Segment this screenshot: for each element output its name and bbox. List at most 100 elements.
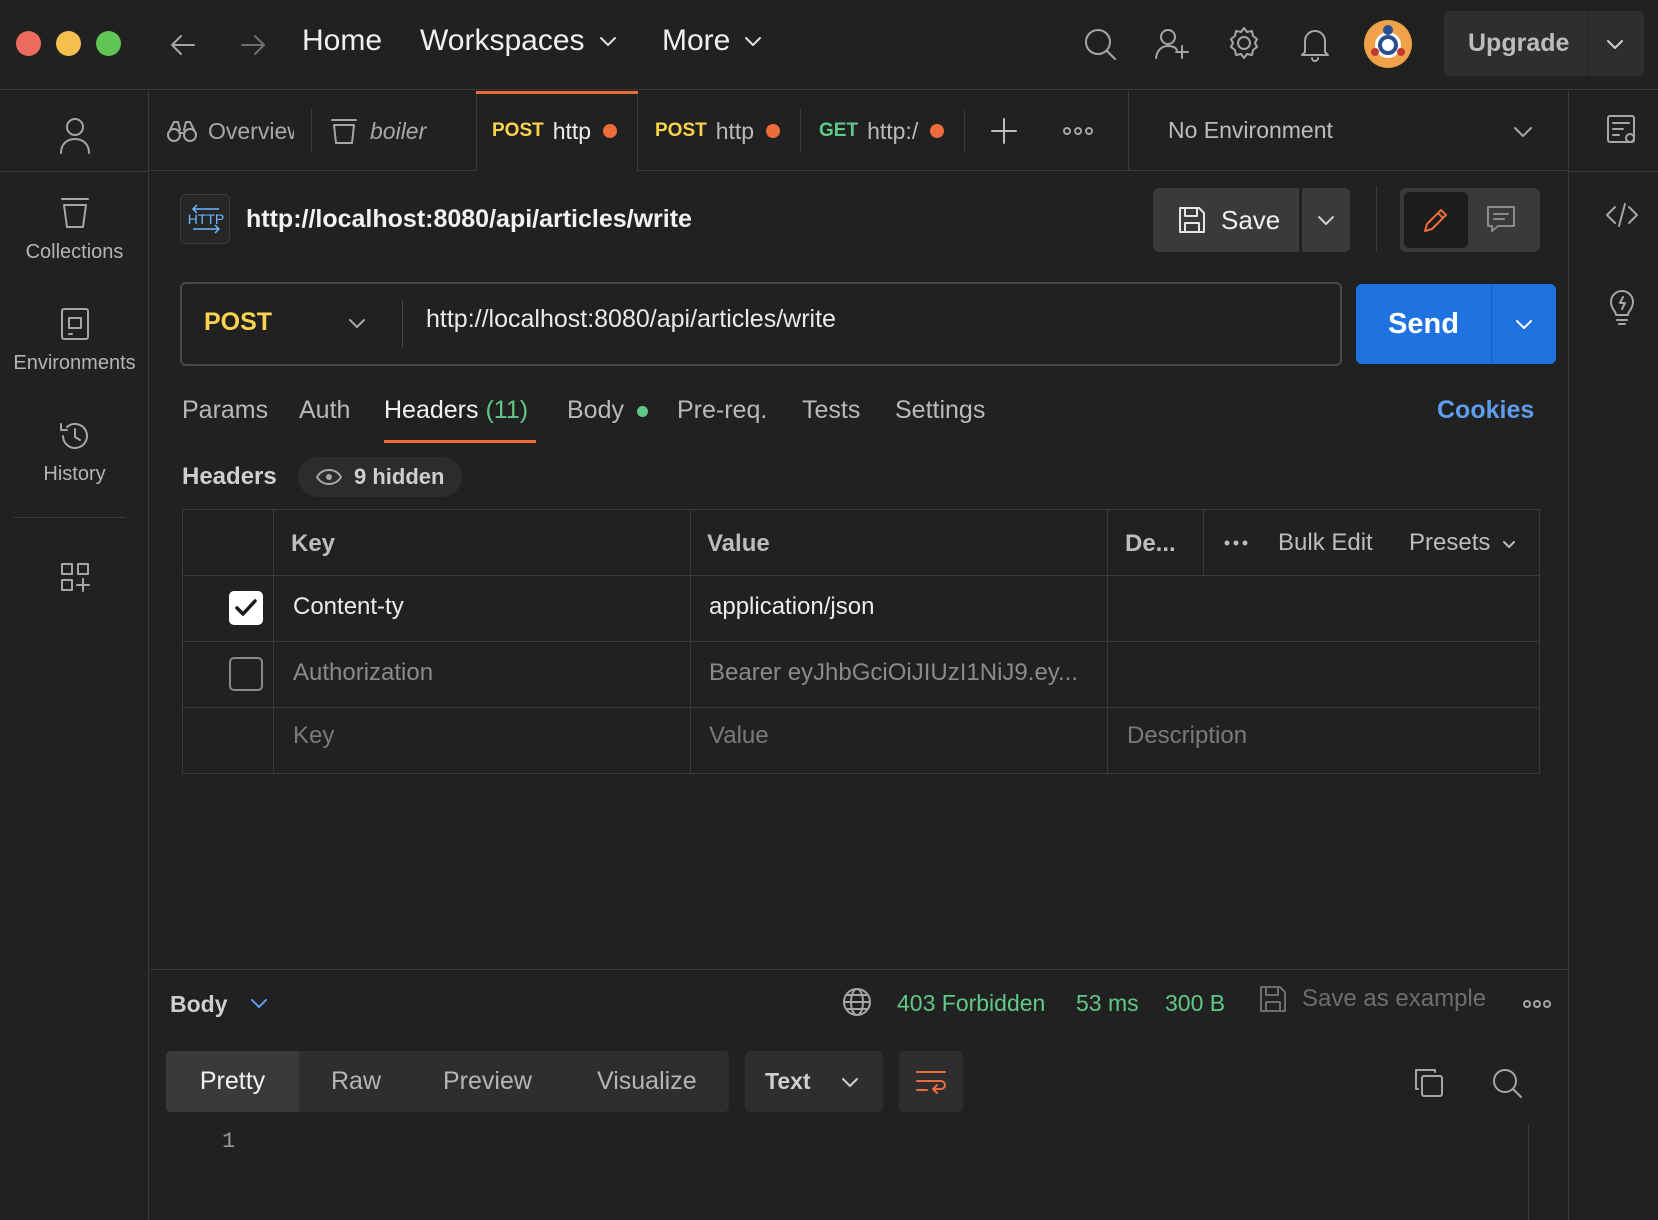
new-key-input[interactable]: Key	[293, 722, 334, 750]
lightbulb-icon[interactable]	[1605, 289, 1639, 325]
hidden-headers-toggle[interactable]: 9 hidden	[298, 457, 462, 497]
copy-icon[interactable]	[1413, 1067, 1445, 1099]
url-input[interactable]	[426, 305, 1306, 334]
unsaved-dot-icon	[930, 124, 945, 138]
tab-method: GET	[819, 120, 859, 141]
save-icon	[1177, 205, 1207, 235]
search-icon[interactable]	[1491, 1067, 1523, 1099]
sidebar-item-collections[interactable]: Collections	[0, 195, 149, 264]
tab-request[interactable]: POST http	[655, 91, 805, 171]
globe-icon[interactable]	[842, 987, 872, 1017]
checkmark-icon	[235, 599, 257, 616]
invite-user-icon[interactable]	[1154, 26, 1190, 62]
collection-icon	[330, 116, 358, 146]
sidebar-configure-workbench[interactable]	[0, 561, 149, 603]
tab-tests[interactable]: Tests	[802, 396, 860, 425]
header-key-cell[interactable]: Content-ty	[293, 593, 404, 621]
new-tab-plus-icon[interactable]	[990, 117, 1018, 145]
user-icon	[59, 118, 90, 154]
unsaved-dot-icon	[603, 124, 618, 138]
chevron-down-icon	[597, 30, 619, 52]
upgrade-button[interactable]: Upgrade	[1444, 11, 1644, 76]
tab-overview[interactable]: Overview	[166, 91, 294, 171]
tab-visualize[interactable]: Visualize	[597, 1067, 697, 1096]
environment-quick-look-icon[interactable]	[1605, 113, 1639, 147]
tab-preview[interactable]: Preview	[443, 1067, 532, 1096]
editor-scrollbar[interactable]	[1528, 1124, 1556, 1220]
maximize-window-button[interactable]	[96, 31, 121, 56]
header-key-cell[interactable]: Authorization	[293, 659, 433, 687]
notifications-bell-icon[interactable]	[1298, 26, 1332, 62]
header-value-cell[interactable]: Bearer eyJhbGciOiJIUzI1NiJ9.ey...	[709, 659, 1078, 687]
tab-pretty[interactable]: Pretty	[166, 1051, 299, 1112]
headers-table: Key Value De... Bulk Edit Presets Conten…	[182, 509, 1540, 774]
format-select[interactable]: Text	[745, 1051, 883, 1112]
tab-pretty-label: Pretty	[199, 1067, 266, 1095]
cookies-link[interactable]: Cookies	[1437, 396, 1534, 425]
send-button[interactable]: Send	[1356, 284, 1491, 364]
header-enabled-checkbox[interactable]	[229, 657, 263, 691]
minimize-window-button[interactable]	[56, 31, 81, 56]
comments-icon[interactable]	[1486, 204, 1516, 234]
tab-headers[interactable]: Headers (11)	[384, 396, 528, 425]
chevron-down-icon	[742, 30, 764, 52]
code-icon[interactable]	[1605, 201, 1639, 229]
nav-more[interactable]: More	[662, 24, 764, 58]
save-button[interactable]: Save	[1153, 188, 1299, 252]
close-window-button[interactable]	[16, 31, 41, 56]
environment-select[interactable]: No Environment	[1128, 91, 1568, 171]
request-title[interactable]: http://localhost:8080/api/articles/write	[246, 205, 692, 234]
svg-text:HTTP: HTTP	[188, 211, 225, 227]
more-tabs-icon[interactable]	[1062, 125, 1094, 137]
avatar[interactable]	[1364, 20, 1412, 68]
tab-raw[interactable]: Raw	[331, 1067, 381, 1096]
nav-home[interactable]: Home	[302, 24, 382, 58]
settings-gear-icon[interactable]	[1226, 25, 1262, 61]
history-icon	[59, 422, 88, 449]
chevron-down-icon[interactable]	[248, 992, 270, 1014]
more-options-icon[interactable]	[1522, 998, 1552, 1010]
tab-settings[interactable]: Settings	[895, 396, 985, 425]
response-divider[interactable]	[150, 969, 1568, 970]
nav-workspaces[interactable]: Workspaces	[420, 24, 619, 58]
save-as-example-button[interactable]: Save as example	[1258, 984, 1486, 1014]
tab-label: Overview	[208, 117, 294, 144]
forward-arrow-icon[interactable]	[236, 28, 270, 62]
header-enabled-checkbox[interactable]	[229, 591, 263, 625]
wrap-lines-button[interactable]	[899, 1051, 963, 1112]
tab-auth[interactable]: Auth	[299, 396, 350, 425]
column-description: De...	[1125, 530, 1176, 557]
tab-params[interactable]: Params	[182, 396, 268, 425]
presets-button[interactable]: Presets	[1409, 529, 1517, 557]
header-value-cell[interactable]: application/json	[709, 593, 874, 621]
sidebar-account[interactable]	[0, 115, 149, 165]
status-code[interactable]: 403 Forbidden	[897, 990, 1045, 1017]
back-arrow-icon[interactable]	[166, 28, 200, 62]
presets-label: Presets	[1409, 529, 1491, 556]
save-options-button[interactable]	[1302, 188, 1350, 252]
save-label: Save	[1221, 204, 1281, 235]
headers-section-label: Headers	[182, 463, 277, 490]
right-sidebar	[1568, 91, 1658, 1220]
sidebar-item-history[interactable]: History	[0, 419, 149, 486]
bulk-edit-button[interactable]: Bulk Edit	[1278, 529, 1373, 557]
active-tab-indicator	[384, 440, 536, 443]
chevron-down-icon[interactable]	[1604, 33, 1626, 55]
tab-body[interactable]: Body	[567, 396, 648, 425]
new-value-input[interactable]: Value	[709, 722, 769, 750]
tab-request-active[interactable]: POST http	[492, 91, 638, 171]
edit-mode-button[interactable]	[1404, 192, 1468, 248]
chevron-down-icon	[839, 1071, 861, 1093]
new-description-input[interactable]: Description	[1127, 722, 1247, 750]
send-options-button[interactable]	[1492, 284, 1556, 364]
binoculars-icon	[166, 118, 198, 144]
tab-request[interactable]: GET http:/	[819, 91, 961, 171]
response-size[interactable]: 300 B	[1165, 990, 1225, 1017]
sidebar-item-environments[interactable]: Environments	[0, 306, 149, 375]
response-time[interactable]: 53 ms	[1076, 990, 1139, 1017]
search-icon[interactable]	[1082, 26, 1118, 62]
tab-prereq[interactable]: Pre-req.	[677, 396, 767, 425]
more-options-icon[interactable]	[1223, 538, 1249, 548]
chevron-down-icon	[1315, 209, 1337, 231]
send-label: Send	[1388, 307, 1459, 340]
